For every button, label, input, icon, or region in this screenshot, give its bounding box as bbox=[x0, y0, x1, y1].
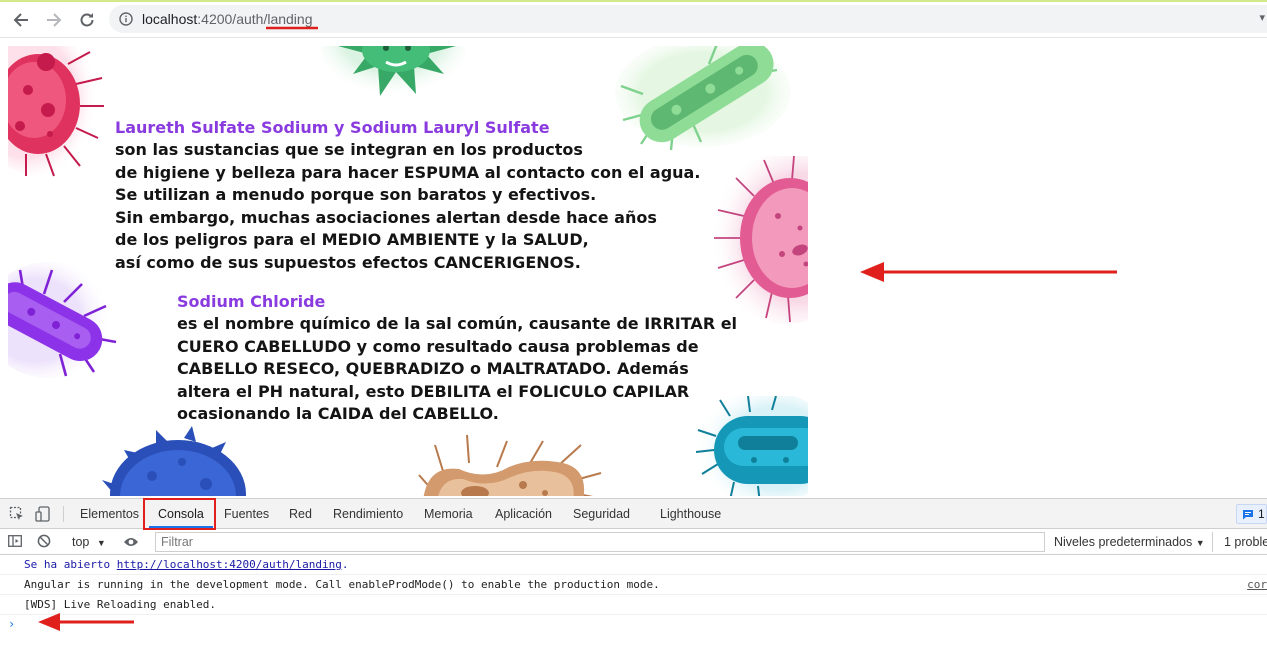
context-label: top bbox=[72, 535, 90, 549]
url-host: localhost bbox=[142, 11, 198, 27]
forward-arrow-icon bbox=[47, 13, 62, 27]
issues-count: 1 bbox=[1258, 507, 1265, 521]
log-text: Se ha abierto bbox=[24, 558, 117, 571]
console-message: Se ha abierto http://localhost:4200/auth… bbox=[0, 555, 1267, 575]
toolbar-divider bbox=[63, 506, 64, 522]
sulfate-line: son las sustancias que se integran en lo… bbox=[115, 140, 583, 159]
devtools-panel: Elementos Consola Fuentes Red Rendimient… bbox=[0, 498, 1267, 663]
red-germ-illustration bbox=[8, 46, 104, 177]
sulfate-line: de los peligros para el MEDIO AMBIENTE y… bbox=[115, 230, 589, 250]
log-text: . bbox=[341, 558, 349, 571]
console-message: Angular is running in the development mo… bbox=[0, 575, 1267, 595]
console-output: Se ha abierto http://localhost:4200/auth… bbox=[0, 555, 1267, 664]
blue-germ-illustration bbox=[102, 426, 246, 496]
tab-aplicacion[interactable]: Aplicación bbox=[495, 499, 552, 529]
sulfate-line: Sin embargo, muchas asociaciones alertan… bbox=[115, 207, 657, 227]
source-link[interactable]: cor bbox=[1247, 575, 1267, 595]
chloride-line: CUERO CABELLUDO y como resultado causa p… bbox=[177, 336, 699, 356]
issues-button[interactable]: 1 bbox=[1236, 504, 1267, 524]
purple-bacillus-illustration bbox=[8, 262, 117, 378]
tab-consola[interactable]: Consola bbox=[158, 499, 204, 529]
sulfate-section: Laureth Sulfate Sodium y Sodium Lauryl S… bbox=[115, 117, 700, 275]
tab-fuentes[interactable]: Fuentes bbox=[224, 499, 269, 529]
toolbar-divider bbox=[1212, 532, 1213, 552]
landing-page: Laureth Sulfate Sodium y Sodium Lauryl S… bbox=[8, 46, 808, 496]
back-button[interactable] bbox=[9, 8, 33, 32]
sulfate-line: de higiene y belleza para hacer ESPUMA a… bbox=[115, 162, 701, 182]
forward-button[interactable] bbox=[42, 8, 66, 32]
page-viewport: Laureth Sulfate Sodium y Sodium Lauryl S… bbox=[0, 38, 1267, 498]
tan-germ-illustration bbox=[418, 434, 602, 496]
green-germ-illustration bbox=[321, 46, 465, 106]
log-levels-dropdown[interactable]: Niveles predeterminados ▼ bbox=[1054, 535, 1205, 549]
sulfate-heading: Laureth Sulfate Sodium y Sodium Lauryl S… bbox=[115, 118, 550, 137]
device-toolbar-icon[interactable] bbox=[35, 506, 51, 522]
browser-toolbar: localhost:4200/auth/landing ▾ bbox=[0, 0, 1267, 38]
url-path: landing bbox=[267, 11, 313, 27]
log-levels-label: Niveles predeterminados bbox=[1054, 535, 1193, 549]
sulfate-line: así como de sus supuestos efectos CANCER… bbox=[115, 252, 581, 272]
log-text: Angular is running in the development mo… bbox=[24, 578, 660, 591]
chloride-line: altera el PH natural, esto DEBILITA el F… bbox=[177, 381, 690, 401]
devtools-tab-bar: Elementos Consola Fuentes Red Rendimient… bbox=[0, 499, 1267, 529]
tab-elementos[interactable]: Elementos bbox=[80, 499, 139, 529]
url-port-path: :4200/auth/ bbox=[197, 11, 268, 27]
tab-red[interactable]: Red bbox=[289, 499, 312, 529]
filter-input[interactable] bbox=[155, 532, 1045, 552]
eye-icon[interactable] bbox=[123, 535, 139, 553]
tab-lighthouse[interactable]: Lighthouse bbox=[660, 499, 721, 529]
reload-button[interactable] bbox=[75, 8, 99, 32]
address-bar[interactable]: localhost:4200/auth/landing ▾ bbox=[109, 5, 1267, 33]
sulfate-line: Se utilizan a menudo porque son baratos … bbox=[115, 185, 597, 205]
console-message: [WDS] Live Reloading enabled. bbox=[0, 595, 1267, 615]
tab-rendimiento[interactable]: Rendimiento bbox=[333, 499, 403, 529]
console-prompt[interactable]: › bbox=[8, 617, 15, 631]
url-text: localhost:4200/auth/landing bbox=[142, 11, 312, 27]
back-arrow-icon bbox=[13, 13, 28, 27]
active-tab-indicator bbox=[149, 526, 213, 528]
chloride-line: ocasionando la CAIDA del CABELLO. bbox=[177, 404, 499, 424]
message-icon bbox=[1243, 510, 1253, 520]
chevron-down-icon: ▼ bbox=[96, 538, 106, 548]
context-selector[interactable]: top ▼ bbox=[72, 535, 106, 549]
console-toolbar: top ▼ Niveles predeterminados ▼ 1 proble bbox=[0, 529, 1267, 555]
chloride-section: Sodium Chloride es el nombre químico de … bbox=[177, 291, 737, 426]
log-url-link[interactable]: http://localhost:4200/auth/landing bbox=[117, 558, 342, 571]
chloride-heading: Sodium Chloride bbox=[177, 292, 326, 311]
chevron-down-icon[interactable]: ▾ bbox=[1259, 11, 1265, 24]
tab-memoria[interactable]: Memoria bbox=[424, 499, 473, 529]
issues-counter[interactable]: 1 proble bbox=[1224, 535, 1267, 549]
reload-icon bbox=[80, 13, 94, 27]
loading-bar bbox=[0, 0, 1267, 2]
info-icon[interactable] bbox=[119, 12, 133, 26]
clear-console-icon[interactable] bbox=[37, 534, 51, 553]
tab-seguridad[interactable]: Seguridad bbox=[573, 499, 630, 529]
sidebar-toggle-icon[interactable] bbox=[8, 534, 22, 553]
chevron-down-icon: ▼ bbox=[1195, 538, 1205, 548]
log-text: [WDS] Live Reloading enabled. bbox=[24, 598, 217, 611]
chloride-line: CABELLO RESECO, QUEBRADIZO o MALTRATADO.… bbox=[177, 359, 689, 379]
inspect-element-icon[interactable] bbox=[9, 506, 25, 522]
chloride-line: es el nombre químico de la sal común, ca… bbox=[177, 314, 738, 333]
